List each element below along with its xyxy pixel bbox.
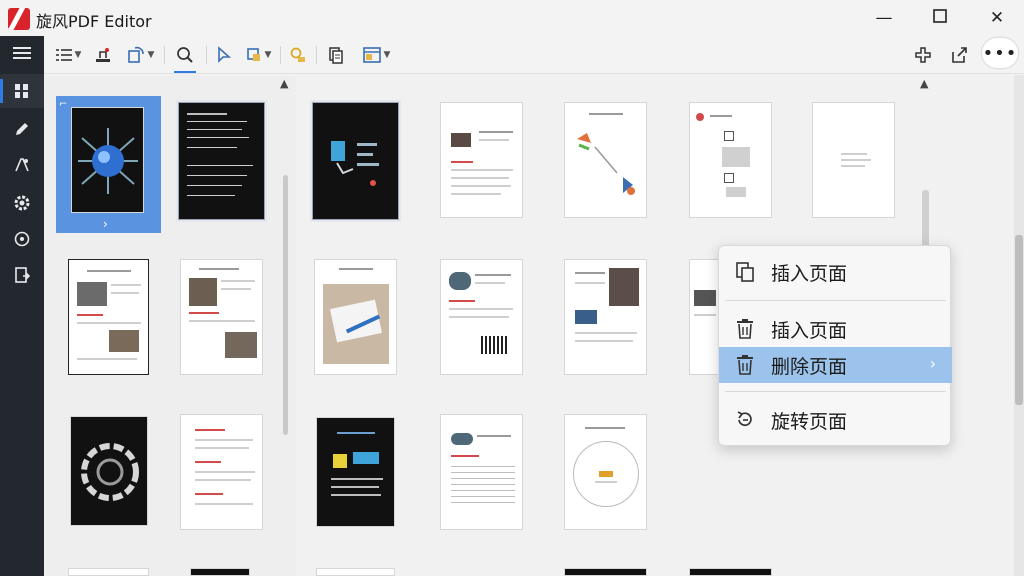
page-copy-icon[interactable] [322,40,350,70]
settings-gear-icon[interactable] [0,186,44,220]
page-thumbnail[interactable] [564,414,647,530]
rotate-icon [719,409,771,431]
search-icon[interactable] [168,40,202,73]
page-thumbnail[interactable] [190,568,250,576]
chevron-up-icon[interactable]: ▲ [280,77,288,90]
page-thumbnail[interactable] [689,102,772,218]
page-thumbnail[interactable] [812,102,895,218]
page-corner-icon: ⌐ [59,99,68,110]
crop-tool-dropdown[interactable]: ▼ [240,40,276,70]
view-mode-dropdown[interactable]: ▼ [356,40,396,70]
page-thumbnail[interactable] [440,259,523,375]
page-thumbnail[interactable] [689,259,719,375]
page-thumbnail[interactable] [178,102,265,220]
menu-item-rotate-page[interactable]: 旋转页面 [719,402,952,438]
share-icon[interactable] [944,40,974,70]
stamp-tool-icon[interactable] [90,40,116,70]
highlight-tool-icon[interactable] [284,40,312,70]
window-scrollbar-thumb[interactable] [1015,235,1023,405]
menu-item-label: 删除页面 [771,355,848,378]
page-thumbnail[interactable] [440,102,523,218]
page-thumbnail[interactable] [71,107,144,213]
page-thumbnail[interactable] [564,568,647,576]
select-cursor-icon[interactable] [210,40,238,70]
page-thumbnail[interactable] [564,259,647,375]
app-logo-icon [8,8,30,30]
window-scrollbar[interactable] [1014,75,1024,576]
title-bar: 旋风PDF Editor — ✕ [0,0,1024,36]
edit-icon[interactable] [0,112,44,146]
chevron-right-icon: › [929,354,936,373]
page-thumbnail[interactable] [312,102,399,220]
add-icon[interactable] [908,40,938,70]
chevron-right-icon: › [103,217,108,231]
menu-item-label: 旋转页面 [771,410,848,433]
menu-item-insert-page[interactable]: 插入页面 [719,254,952,290]
annotate-icon[interactable] [0,148,44,182]
page-organize-icon[interactable] [0,74,44,108]
trash-icon [719,354,771,376]
left-scrollbar-thumb[interactable] [283,175,288,435]
page-thumbnail[interactable] [316,417,395,527]
panel-splitter[interactable]: ▲ [278,75,292,576]
page-thumbnail[interactable] [180,414,263,530]
export-icon[interactable] [0,258,44,292]
menu-item-insert-page-2[interactable]: 插入页面 [719,311,952,347]
page-thumbnail[interactable] [440,414,523,530]
trash-icon [719,318,771,340]
left-rail [0,36,44,576]
more-options-button[interactable]: ••• [982,38,1018,68]
chevron-up-icon[interactable]: ▲ [920,77,928,90]
page-thumbnail[interactable] [316,568,395,576]
list-view-dropdown[interactable]: ▼ [50,40,86,70]
page-thumbnail[interactable] [689,568,772,576]
page-thumbnail[interactable] [68,568,149,576]
convert-icon[interactable] [0,222,44,256]
page-thumbnail[interactable] [314,259,397,375]
rotate-tool-dropdown[interactable]: ▼ [122,40,158,70]
maximize-button[interactable] [920,4,960,32]
toolbar: ▼ ▼ ▼ ▼ [44,36,1024,74]
minimize-button[interactable]: — [864,4,904,32]
page-thumbnail[interactable] [68,259,149,375]
close-button[interactable]: ✕ [977,4,1017,32]
menu-item-delete-page[interactable]: 删除页面 › [719,347,952,383]
menu-icon[interactable] [0,36,44,70]
menu-item-label: 插入页面 [771,319,848,342]
page-context-menu: 插入页面 插入页面 删除页面 › 旋转页面 [718,245,952,446]
page-thumbnail[interactable] [70,416,148,526]
page-thumbnail[interactable] [180,259,263,375]
insert-page-icon [719,261,771,283]
window-title: 旋风PDF Editor [36,12,152,31]
page-thumbnail[interactable] [564,102,647,218]
menu-item-label: 插入页面 [771,262,848,285]
